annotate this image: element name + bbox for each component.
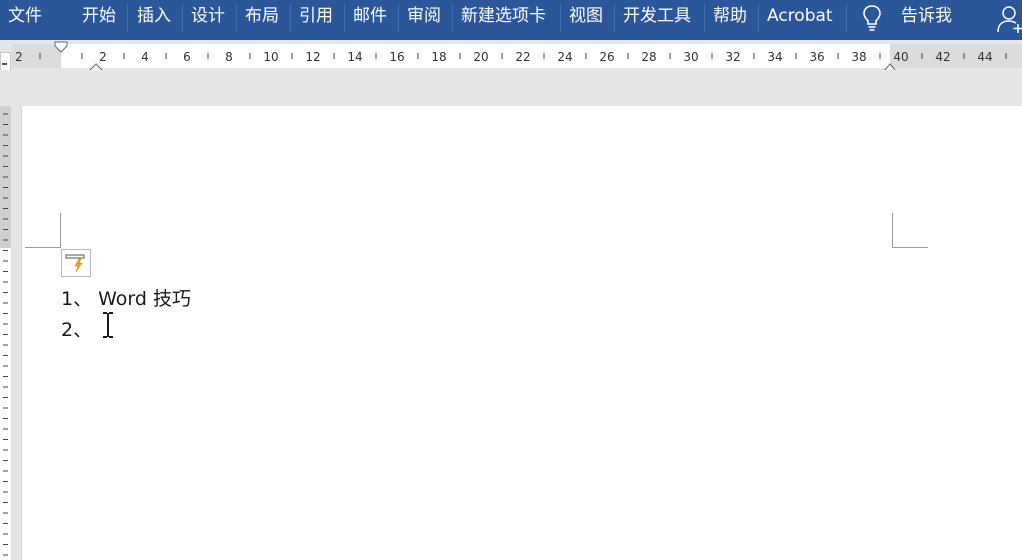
- tab-new-tab[interactable]: 新建选项卡: [461, 0, 546, 34]
- ruler-number: 34: [767, 50, 783, 64]
- ruler-number: 26: [599, 50, 615, 64]
- tab-home[interactable]: 开始: [82, 0, 116, 34]
- tab-layout[interactable]: 布局: [245, 0, 279, 34]
- tab-divider: [127, 4, 128, 32]
- tab-divider: [452, 4, 453, 32]
- add-user-icon[interactable]: [997, 4, 1022, 34]
- tab-developer[interactable]: 开发工具: [623, 0, 691, 34]
- ruler-number: 6: [183, 50, 191, 64]
- tab-acrobat[interactable]: Acrobat: [767, 0, 833, 34]
- page-gap: [0, 70, 1022, 106]
- ruler-number: 20: [473, 50, 489, 64]
- margin-crop-mark: [892, 247, 928, 248]
- margin-crop-mark: [892, 213, 893, 248]
- vertical-ruler[interactable]: [0, 106, 11, 560]
- tab-divider: [290, 4, 291, 32]
- tab-divider: [846, 4, 847, 32]
- ruler-number: 24: [557, 50, 573, 64]
- ruler-number: 38: [851, 50, 867, 64]
- tab-divider: [236, 4, 237, 32]
- tab-references[interactable]: 引用: [299, 0, 333, 34]
- autocorrect-options-button[interactable]: [61, 249, 91, 277]
- horizontal-ruler[interactable]: [0, 44, 1022, 72]
- tab-divider: [758, 4, 759, 32]
- list-item[interactable]: 2、: [61, 315, 92, 342]
- ribbon-tab-bar: 文件 开始 插入 设计 布局 引用 邮件 审阅 新建选项卡 视图 开发工具 帮助…: [0, 0, 1022, 40]
- tell-me-label[interactable]: 告诉我: [901, 0, 952, 34]
- ruler-number: 14: [347, 50, 363, 64]
- tab-divider: [398, 4, 399, 32]
- margin-crop-mark: [25, 247, 61, 248]
- tab-file[interactable]: 文件: [8, 0, 42, 34]
- ruler-number: 30: [683, 50, 699, 64]
- ruler-number: 18: [431, 50, 447, 64]
- ruler-number: 44: [977, 50, 993, 64]
- ruler-number: 22: [515, 50, 531, 64]
- lightbulb-icon[interactable]: [860, 4, 884, 32]
- tab-divider: [614, 4, 615, 32]
- tab-divider: [182, 4, 183, 32]
- text-cursor-icon: [103, 312, 113, 338]
- tab-view[interactable]: 视图: [569, 0, 603, 34]
- ruler-number: 12: [305, 50, 321, 64]
- document-page[interactable]: [21, 106, 1022, 560]
- tab-divider: [704, 4, 705, 32]
- tab-insert[interactable]: 插入: [137, 0, 171, 34]
- ruler-number: 36: [809, 50, 825, 64]
- ruler-number: 10: [263, 50, 279, 64]
- tab-mailings[interactable]: 邮件: [353, 0, 387, 34]
- ruler-number: 32: [725, 50, 741, 64]
- ruler-number: 2: [15, 50, 23, 64]
- list-item[interactable]: 1、 Word 技巧: [61, 284, 191, 311]
- ruler-number: 28: [641, 50, 657, 64]
- tab-review[interactable]: 审阅: [407, 0, 441, 34]
- lightning-icon: [65, 254, 85, 273]
- ruler-number: 42: [935, 50, 951, 64]
- tab-design[interactable]: 设计: [191, 0, 225, 34]
- tab-divider: [560, 4, 561, 32]
- tab-divider: [344, 4, 345, 32]
- ruler-number: 4: [141, 50, 149, 64]
- tab-help[interactable]: 帮助: [713, 0, 747, 34]
- ruler-number: 16: [389, 50, 405, 64]
- ruler-number: 8: [225, 50, 233, 64]
- margin-crop-mark: [60, 213, 61, 248]
- first-line-indent-marker[interactable]: [54, 41, 68, 55]
